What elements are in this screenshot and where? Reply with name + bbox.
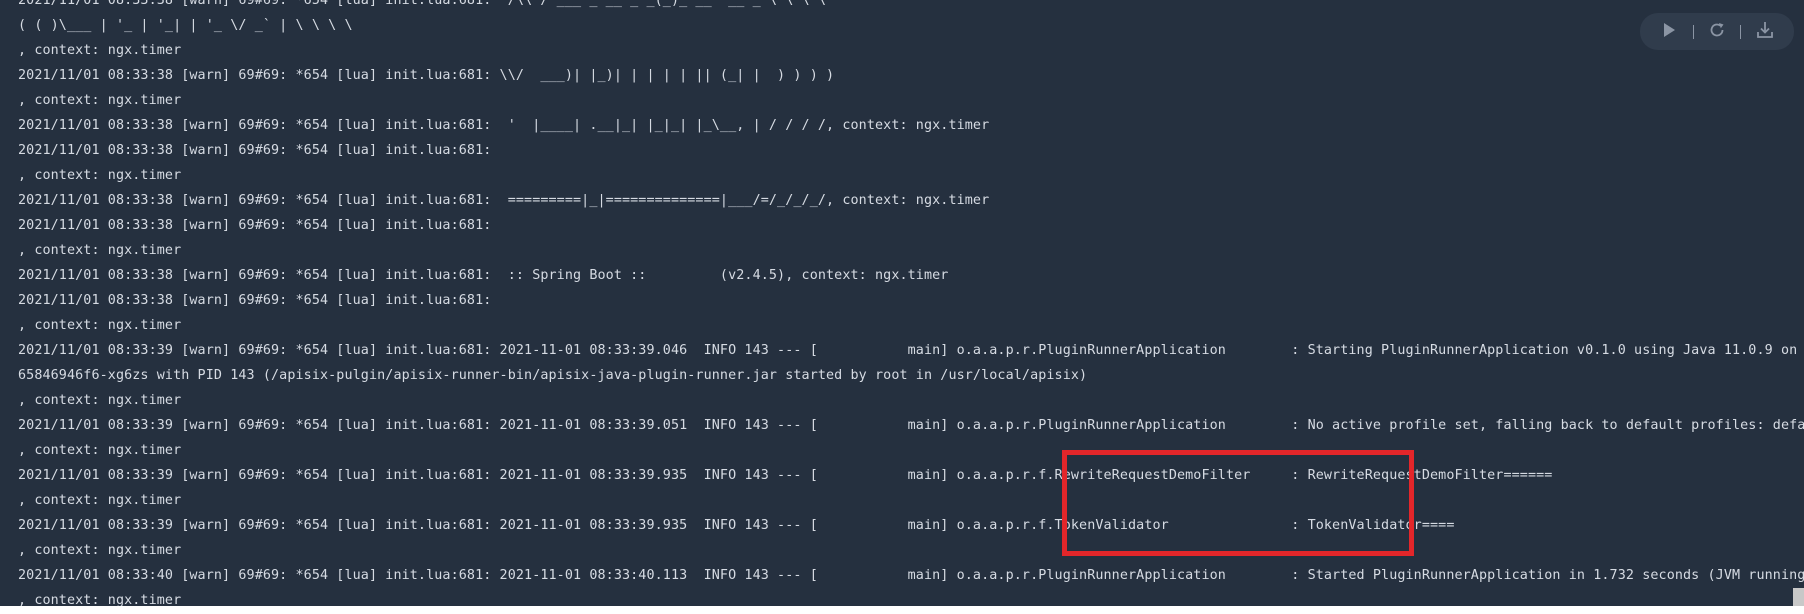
vertical-scrollbar[interactable] <box>1792 0 1804 614</box>
log-line: 2021/11/01 08:33:39 [warn] 69#69: *654 [… <box>18 418 1804 433</box>
log-line: 2021/11/01 08:33:38 [warn] 69#69: *654 [… <box>18 193 990 208</box>
log-line: 2021/11/01 08:33:39 [warn] 69#69: *654 [… <box>18 468 1553 483</box>
log-line: ( ( )\___ | '_ | '_| | '_ \/ _` | \ \ \ … <box>18 18 353 33</box>
log-line: , context: ngx.timer <box>18 543 182 558</box>
log-line: , context: ngx.timer <box>18 393 182 408</box>
log-line: , context: ngx.timer <box>18 243 182 258</box>
refresh-button[interactable] <box>1704 19 1730 45</box>
log-line: 2021/11/01 08:33:38 [warn] 69#69: *654 [… <box>18 0 827 8</box>
download-button[interactable] <box>1752 19 1778 45</box>
log-line: 65846946f6-xg6zs with PID 143 (/apisix-p… <box>18 368 1088 383</box>
log-line: 2021/11/01 08:33:39 [warn] 69#69: *654 [… <box>18 518 1455 533</box>
log-line: 2021/11/01 08:33:38 [warn] 69#69: *654 [… <box>18 118 990 133</box>
toolbar-divider <box>1740 24 1742 39</box>
log-toolbar <box>1640 13 1794 50</box>
log-line: , context: ngx.timer <box>18 43 182 58</box>
log-line: , context: ngx.timer <box>18 443 182 458</box>
scrollbar-thumb[interactable] <box>1793 588 1804 608</box>
log-line: 2021/11/01 08:33:38 [warn] 69#69: *654 [… <box>18 218 492 233</box>
log-line: , context: ngx.timer <box>18 168 182 183</box>
log-line: , context: ngx.timer <box>18 318 182 333</box>
log-line: , context: ngx.timer <box>18 493 182 508</box>
toolbar-divider <box>1692 24 1694 39</box>
page-bottom-edge <box>0 606 1804 614</box>
log-line: 2021/11/01 08:33:38 [warn] 69#69: *654 [… <box>18 293 492 308</box>
log-viewer: 2021/11/01 08:33:38 [warn] 69#69: *654 [… <box>0 0 1804 614</box>
log-line: 2021/11/01 08:33:38 [warn] 69#69: *654 [… <box>18 268 949 283</box>
log-line: 2021/11/01 08:33:39 [warn] 69#69: *654 [… <box>18 343 1804 358</box>
log-line: 2021/11/01 08:33:38 [warn] 69#69: *654 [… <box>18 143 492 158</box>
log-line: 2021/11/01 08:33:38 [warn] 69#69: *654 [… <box>18 68 835 83</box>
play-button[interactable] <box>1656 19 1682 45</box>
refresh-icon <box>1708 21 1726 43</box>
play-icon <box>1662 22 1676 42</box>
log-output: 2021/11/01 08:33:38 [warn] 69#69: *654 [… <box>18 0 1804 613</box>
log-line: , context: ngx.timer <box>18 93 182 108</box>
log-line: 2021/11/01 08:33:40 [warn] 69#69: *654 [… <box>18 568 1804 583</box>
download-icon <box>1756 21 1774 43</box>
